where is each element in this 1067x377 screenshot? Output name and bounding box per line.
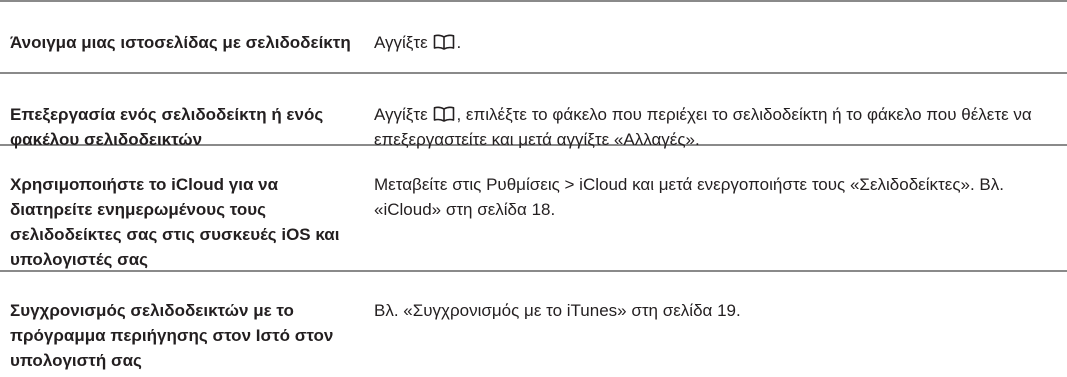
instruction-text-before-icon: Αγγίξτε [374, 105, 428, 124]
instruction-cell: Αγγίξτε . [374, 16, 1067, 72]
instruction-cell: Βλ. «Συγχρονισμός με το iTunes» στη σελί… [374, 285, 1067, 377]
instruction-text-before-icon: Αγγίξτε [374, 33, 428, 52]
instruction-text-after-icon: , επιλέξτε το φάκελο που περιέχει το σελ… [374, 105, 1032, 149]
task-cell: Επεξεργασία ενός σελιδοδείκτη ή ενός φακ… [0, 88, 374, 149]
instruction-cell: Αγγίξτε , επιλέξτε το φάκελο που περιέχε… [374, 88, 1067, 149]
instruction-cell: Μεταβείτε στις Ρυθμίσεις > iCloud και με… [374, 159, 1067, 270]
instruction-text: Μεταβείτε στις Ρυθμίσεις > iCloud και με… [374, 175, 1004, 219]
table-row: Συγχρονισμός σελιδοδεικτών με το πρόγραμ… [0, 270, 1067, 377]
table-row: Επεξεργασία ενός σελιδοδείκτη ή ενός φακ… [0, 72, 1067, 149]
instructions-table: Άνοιγμα μιας ιστοσελίδας με σελιδοδείκτη… [0, 0, 1067, 377]
bookmarks-book-icon [433, 34, 455, 50]
table-row: Άνοιγμα μιας ιστοσελίδας με σελιδοδείκτη… [0, 0, 1067, 72]
bookmarks-book-icon [433, 106, 455, 122]
task-cell: Χρησιμοποιήστε το iCloud για να διατηρεί… [0, 159, 374, 270]
task-cell: Άνοιγμα μιας ιστοσελίδας με σελιδοδείκτη [0, 16, 374, 72]
task-text: Άνοιγμα μιας ιστοσελίδας με σελιδοδείκτη [10, 33, 351, 52]
task-text: Επεξεργασία ενός σελιδοδείκτη ή ενός φακ… [10, 105, 324, 149]
table-row: Χρησιμοποιήστε το iCloud για να διατηρεί… [0, 144, 1067, 270]
instruction-text-after-icon: . [456, 33, 462, 52]
task-cell: Συγχρονισμός σελιδοδεικτών με το πρόγραμ… [0, 285, 374, 377]
task-text: Χρησιμοποιήστε το iCloud για να διατηρεί… [10, 175, 340, 269]
task-text: Συγχρονισμός σελιδοδεικτών με το πρόγραμ… [10, 301, 334, 370]
instruction-text: Βλ. «Συγχρονισμός με το iTunes» στη σελί… [374, 301, 741, 320]
